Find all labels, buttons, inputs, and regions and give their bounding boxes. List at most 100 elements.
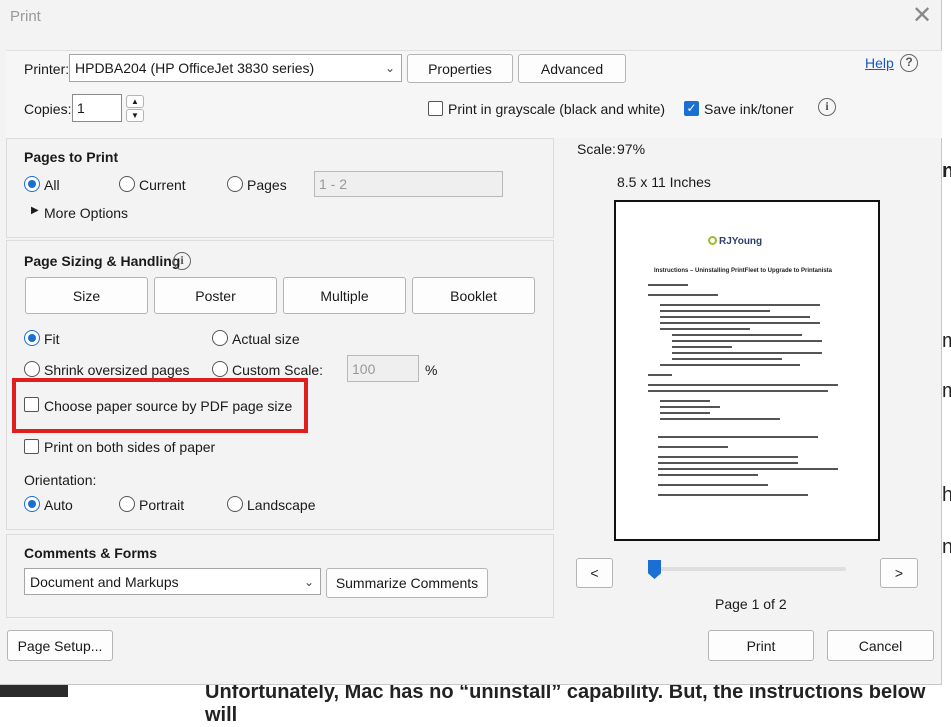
bg-fragment: n <box>942 536 951 558</box>
cancel-button[interactable]: Cancel <box>827 630 934 661</box>
logo-icon <box>708 236 717 245</box>
orientation-label: Orientation: <box>24 472 97 488</box>
doc-line <box>672 334 802 336</box>
fit-radio[interactable] <box>24 330 40 346</box>
info-icon[interactable]: i <box>173 252 191 270</box>
bg-text-line: Unfortunately, Mac has no “uninstall” ca… <box>205 681 926 726</box>
tab-poster[interactable]: Poster <box>154 277 277 314</box>
orientation-landscape-label: Landscape <box>247 497 316 513</box>
copies-decrement-button[interactable]: ▼ <box>126 109 144 122</box>
close-icon[interactable]: ✕ <box>908 4 936 30</box>
actual-size-label: Actual size <box>232 331 300 347</box>
doc-line <box>648 374 672 376</box>
more-options-toggle[interactable]: More Options <box>44 205 128 221</box>
doc-line <box>660 364 800 366</box>
expand-triangle-icon[interactable]: ▶ <box>31 205 39 216</box>
grayscale-label: Print in grayscale (black and white) <box>448 101 666 117</box>
all-pages-radio[interactable] <box>24 176 40 192</box>
paper-size-label: 8.5 x 11 Inches <box>617 174 711 190</box>
bg-sidebar-strip <box>0 685 68 697</box>
doc-line <box>648 390 828 392</box>
copies-increment-button[interactable]: ▲ <box>126 95 144 108</box>
page-range-radio[interactable] <box>227 176 243 192</box>
orientation-auto-radio[interactable] <box>24 496 40 512</box>
bg-fragment: m <box>942 380 951 402</box>
tab-size[interactable]: Size <box>25 277 148 314</box>
custom-scale-input[interactable]: 100 <box>347 355 419 382</box>
doc-line <box>658 456 798 458</box>
chevron-down-icon: ⌄ <box>303 574 314 589</box>
current-page-radio[interactable] <box>119 176 135 192</box>
comments-select-value: Document and Markups <box>30 573 179 590</box>
scale-value: 97% <box>617 141 646 157</box>
copies-input[interactable]: 1 <box>72 94 122 122</box>
next-page-button[interactable]: > <box>880 558 918 588</box>
doc-title: Instructions – Uninstalling PrintFleet t… <box>654 268 833 274</box>
print-button[interactable]: Print <box>708 630 814 661</box>
save-ink-checkbox[interactable]: ✓ <box>684 101 699 116</box>
doc-line <box>658 494 808 496</box>
summarize-comments-button[interactable]: Summarize Comments <box>326 568 488 598</box>
printer-label: Printer: <box>24 61 70 77</box>
doc-line <box>648 384 838 386</box>
printer-select[interactable]: HPDBA204 (HP OfficeJet 3830 series) ⌄ <box>69 54 402 82</box>
printer-select-value: HPDBA204 (HP OfficeJet 3830 series) <box>75 60 315 76</box>
doc-line <box>660 418 780 420</box>
both-sides-checkbox[interactable] <box>24 439 39 454</box>
doc-line <box>658 436 818 438</box>
fit-label: Fit <box>44 331 60 347</box>
doc-line <box>672 340 822 342</box>
percent-label: % <box>425 362 438 378</box>
bg-fragment: m <box>942 330 951 352</box>
pages-to-print-title: Pages to Print <box>24 149 119 165</box>
bg-fragment: n <box>942 160 951 182</box>
page-setup-button[interactable]: Page Setup... <box>7 630 113 661</box>
comments-select[interactable]: Document and Markups ⌄ <box>24 568 321 595</box>
help-icon[interactable]: ? <box>900 54 918 72</box>
grayscale-checkbox[interactable] <box>428 101 443 116</box>
doc-line <box>660 328 750 330</box>
highlight-box <box>12 378 308 433</box>
tab-booklet[interactable]: Booklet <box>412 277 535 314</box>
page-slider-track[interactable] <box>648 567 846 571</box>
doc-line <box>660 316 810 318</box>
page-indicator: Page 1 of 2 <box>715 596 787 612</box>
doc-line <box>672 358 782 360</box>
doc-line <box>672 352 822 354</box>
scale-label: Scale: <box>577 141 616 157</box>
chevron-down-icon: ⌄ <box>384 61 395 75</box>
orientation-portrait-label: Portrait <box>139 497 185 513</box>
actual-size-radio[interactable] <box>212 330 228 346</box>
prev-page-button[interactable]: < <box>576 558 613 588</box>
doc-logo: RJYoung <box>708 236 762 247</box>
save-ink-label: Save ink/toner <box>704 101 794 117</box>
doc-line <box>660 406 720 408</box>
doc-logo-text: RJYoung <box>719 236 763 247</box>
doc-line <box>658 484 768 486</box>
tab-multiple[interactable]: Multiple <box>283 277 406 314</box>
doc-line <box>658 468 838 470</box>
page-sizing-title: Page Sizing & Handling <box>24 253 181 269</box>
properties-button[interactable]: Properties <box>407 54 513 83</box>
doc-line <box>658 462 798 464</box>
custom-scale-radio[interactable] <box>212 361 228 377</box>
advanced-button[interactable]: Advanced <box>518 54 626 83</box>
orientation-portrait-radio[interactable] <box>119 496 135 512</box>
copies-label: Copies: <box>24 101 72 117</box>
info-icon[interactable]: i <box>818 98 836 116</box>
page-range-label: Pages <box>247 177 287 193</box>
orientation-landscape-radio[interactable] <box>227 496 243 512</box>
doc-line <box>648 284 688 286</box>
page-range-input[interactable]: 1 - 2 <box>314 171 503 197</box>
shrink-oversized-radio[interactable] <box>24 361 40 377</box>
all-pages-label: All <box>44 177 60 193</box>
doc-line <box>658 474 758 476</box>
doc-line <box>660 310 770 312</box>
orientation-auto-label: Auto <box>44 497 73 513</box>
dialog-title: Print <box>10 8 41 25</box>
shrink-oversized-label: Shrink oversized pages <box>44 362 190 378</box>
help-link[interactable]: Help <box>865 55 894 71</box>
print-dialog: Print ✕ Printer: HPDBA204 (HP OfficeJet … <box>0 0 942 685</box>
doc-line <box>658 446 728 448</box>
doc-line <box>660 322 820 324</box>
